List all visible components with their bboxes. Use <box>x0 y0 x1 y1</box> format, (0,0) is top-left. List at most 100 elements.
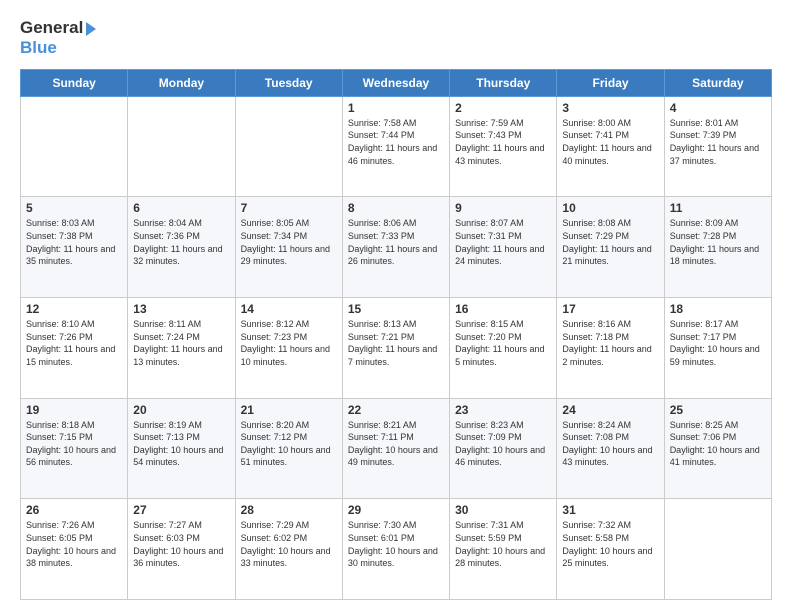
calendar-cell: 3 Sunrise: 8:00 AMSunset: 7:41 PMDaylight… <box>557 96 664 197</box>
calendar-cell: 23 Sunrise: 8:23 AMSunset: 7:09 PMDayligh… <box>450 398 557 499</box>
day-info: Sunrise: 8:12 AMSunset: 7:23 PMDaylight:… <box>241 318 337 368</box>
weekday-header-row: SundayMondayTuesdayWednesdayThursdayFrid… <box>21 69 772 96</box>
day-info: Sunrise: 8:09 AMSunset: 7:28 PMDaylight:… <box>670 217 766 267</box>
weekday-header-saturday: Saturday <box>664 69 771 96</box>
day-info: Sunrise: 8:04 AMSunset: 7:36 PMDaylight:… <box>133 217 229 267</box>
weekday-header-tuesday: Tuesday <box>235 69 342 96</box>
day-number: 29 <box>348 503 444 517</box>
day-number: 30 <box>455 503 551 517</box>
day-info: Sunrise: 7:59 AMSunset: 7:43 PMDaylight:… <box>455 117 551 167</box>
day-number: 25 <box>670 403 766 417</box>
logo-text: General Blue <box>20 18 96 59</box>
day-number: 6 <box>133 201 229 215</box>
day-info: Sunrise: 7:30 AMSunset: 6:01 PMDaylight:… <box>348 519 444 569</box>
day-number: 16 <box>455 302 551 316</box>
day-info: Sunrise: 8:23 AMSunset: 7:09 PMDaylight:… <box>455 419 551 469</box>
calendar-cell: 28 Sunrise: 7:29 AMSunset: 6:02 PMDayligh… <box>235 499 342 600</box>
page: General Blue SundayMondayTuesdayWednesda… <box>0 0 792 612</box>
calendar-cell: 6 Sunrise: 8:04 AMSunset: 7:36 PMDaylight… <box>128 197 235 298</box>
day-number: 10 <box>562 201 658 215</box>
day-info: Sunrise: 8:13 AMSunset: 7:21 PMDaylight:… <box>348 318 444 368</box>
day-number: 28 <box>241 503 337 517</box>
day-number: 17 <box>562 302 658 316</box>
day-number: 8 <box>348 201 444 215</box>
calendar-cell <box>664 499 771 600</box>
day-info: Sunrise: 8:01 AMSunset: 7:39 PMDaylight:… <box>670 117 766 167</box>
calendar-row-0: 1 Sunrise: 7:58 AMSunset: 7:44 PMDaylight… <box>21 96 772 197</box>
calendar-cell <box>128 96 235 197</box>
calendar-cell: 14Sunrise: 8:12 AMSunset: 7:23 PMDayligh… <box>235 298 342 399</box>
calendar-row-3: 19 Sunrise: 8:18 AMSunset: 7:15 PMDayligh… <box>21 398 772 499</box>
day-number: 31 <box>562 503 658 517</box>
logo-blue: Blue <box>20 38 96 58</box>
calendar-cell: 19 Sunrise: 8:18 AMSunset: 7:15 PMDayligh… <box>21 398 128 499</box>
weekday-header-thursday: Thursday <box>450 69 557 96</box>
weekday-header-friday: Friday <box>557 69 664 96</box>
day-info: Sunrise: 8:07 AMSunset: 7:31 PMDaylight:… <box>455 217 551 267</box>
calendar-cell: 17Sunrise: 8:16 AMSunset: 7:18 PMDayligh… <box>557 298 664 399</box>
day-info: Sunrise: 8:24 AMSunset: 7:08 PMDaylight:… <box>562 419 658 469</box>
calendar-cell: 2 Sunrise: 7:59 AMSunset: 7:43 PMDaylight… <box>450 96 557 197</box>
day-number: 19 <box>26 403 122 417</box>
calendar-cell: 10 Sunrise: 8:08 AMSunset: 7:29 PMDayligh… <box>557 197 664 298</box>
calendar-cell: 24 Sunrise: 8:24 AMSunset: 7:08 PMDayligh… <box>557 398 664 499</box>
day-number: 7 <box>241 201 337 215</box>
day-number: 5 <box>26 201 122 215</box>
calendar-cell: 15Sunrise: 8:13 AMSunset: 7:21 PMDayligh… <box>342 298 449 399</box>
calendar-cell: 9 Sunrise: 8:07 AMSunset: 7:31 PMDaylight… <box>450 197 557 298</box>
day-info: Sunrise: 8:19 AMSunset: 7:13 PMDaylight:… <box>133 419 229 469</box>
day-number: 1 <box>348 101 444 115</box>
calendar-cell: 16 Sunrise: 8:15 AMSunset: 7:20 PMDayligh… <box>450 298 557 399</box>
day-number: 22 <box>348 403 444 417</box>
calendar-cell: 31 Sunrise: 7:32 AMSunset: 5:58 PMDayligh… <box>557 499 664 600</box>
day-info: Sunrise: 7:26 AMSunset: 6:05 PMDaylight:… <box>26 519 122 569</box>
day-info: Sunrise: 8:17 AMSunset: 7:17 PMDaylight:… <box>670 318 766 368</box>
day-info: Sunrise: 7:29 AMSunset: 6:02 PMDaylight:… <box>241 519 337 569</box>
day-number: 23 <box>455 403 551 417</box>
day-number: 18 <box>670 302 766 316</box>
day-number: 26 <box>26 503 122 517</box>
day-number: 12 <box>26 302 122 316</box>
header: General Blue <box>20 18 772 59</box>
calendar-cell: 5 Sunrise: 8:03 AMSunset: 7:38 PMDaylight… <box>21 197 128 298</box>
calendar-row-1: 5 Sunrise: 8:03 AMSunset: 7:38 PMDaylight… <box>21 197 772 298</box>
day-number: 11 <box>670 201 766 215</box>
day-info: Sunrise: 8:05 AMSunset: 7:34 PMDaylight:… <box>241 217 337 267</box>
day-info: Sunrise: 8:00 AMSunset: 7:41 PMDaylight:… <box>562 117 658 167</box>
day-info: Sunrise: 8:20 AMSunset: 7:12 PMDaylight:… <box>241 419 337 469</box>
calendar-cell: 25 Sunrise: 8:25 AMSunset: 7:06 PMDayligh… <box>664 398 771 499</box>
day-info: Sunrise: 8:25 AMSunset: 7:06 PMDaylight:… <box>670 419 766 469</box>
day-number: 3 <box>562 101 658 115</box>
calendar-cell: 18 Sunrise: 8:17 AMSunset: 7:17 PMDayligh… <box>664 298 771 399</box>
calendar-cell: 21 Sunrise: 8:20 AMSunset: 7:12 PMDayligh… <box>235 398 342 499</box>
day-info: Sunrise: 8:06 AMSunset: 7:33 PMDaylight:… <box>348 217 444 267</box>
day-info: Sunrise: 8:03 AMSunset: 7:38 PMDaylight:… <box>26 217 122 267</box>
calendar-row-2: 12Sunrise: 8:10 AMSunset: 7:26 PMDayligh… <box>21 298 772 399</box>
logo: General Blue <box>20 18 96 59</box>
day-number: 24 <box>562 403 658 417</box>
day-number: 21 <box>241 403 337 417</box>
day-info: Sunrise: 8:11 AMSunset: 7:24 PMDaylight:… <box>133 318 229 368</box>
day-number: 27 <box>133 503 229 517</box>
day-info: Sunrise: 8:18 AMSunset: 7:15 PMDaylight:… <box>26 419 122 469</box>
day-info: Sunrise: 8:21 AMSunset: 7:11 PMDaylight:… <box>348 419 444 469</box>
calendar-cell: 8 Sunrise: 8:06 AMSunset: 7:33 PMDaylight… <box>342 197 449 298</box>
calendar-cell: 4 Sunrise: 8:01 AMSunset: 7:39 PMDaylight… <box>664 96 771 197</box>
day-info: Sunrise: 8:08 AMSunset: 7:29 PMDaylight:… <box>562 217 658 267</box>
calendar-table: SundayMondayTuesdayWednesdayThursdayFrid… <box>20 69 772 600</box>
day-number: 4 <box>670 101 766 115</box>
calendar-cell: 7 Sunrise: 8:05 AMSunset: 7:34 PMDaylight… <box>235 197 342 298</box>
calendar-cell: 20 Sunrise: 8:19 AMSunset: 7:13 PMDayligh… <box>128 398 235 499</box>
day-number: 20 <box>133 403 229 417</box>
day-info: Sunrise: 8:15 AMSunset: 7:20 PMDaylight:… <box>455 318 551 368</box>
calendar-cell: 11 Sunrise: 8:09 AMSunset: 7:28 PMDayligh… <box>664 197 771 298</box>
calendar-cell: 30 Sunrise: 7:31 AMSunset: 5:59 PMDayligh… <box>450 499 557 600</box>
day-number: 9 <box>455 201 551 215</box>
day-info: Sunrise: 7:31 AMSunset: 5:59 PMDaylight:… <box>455 519 551 569</box>
day-info: Sunrise: 7:32 AMSunset: 5:58 PMDaylight:… <box>562 519 658 569</box>
day-number: 2 <box>455 101 551 115</box>
day-number: 13 <box>133 302 229 316</box>
calendar-cell: 29 Sunrise: 7:30 AMSunset: 6:01 PMDayligh… <box>342 499 449 600</box>
day-info: Sunrise: 7:58 AMSunset: 7:44 PMDaylight:… <box>348 117 444 167</box>
weekday-header-monday: Monday <box>128 69 235 96</box>
